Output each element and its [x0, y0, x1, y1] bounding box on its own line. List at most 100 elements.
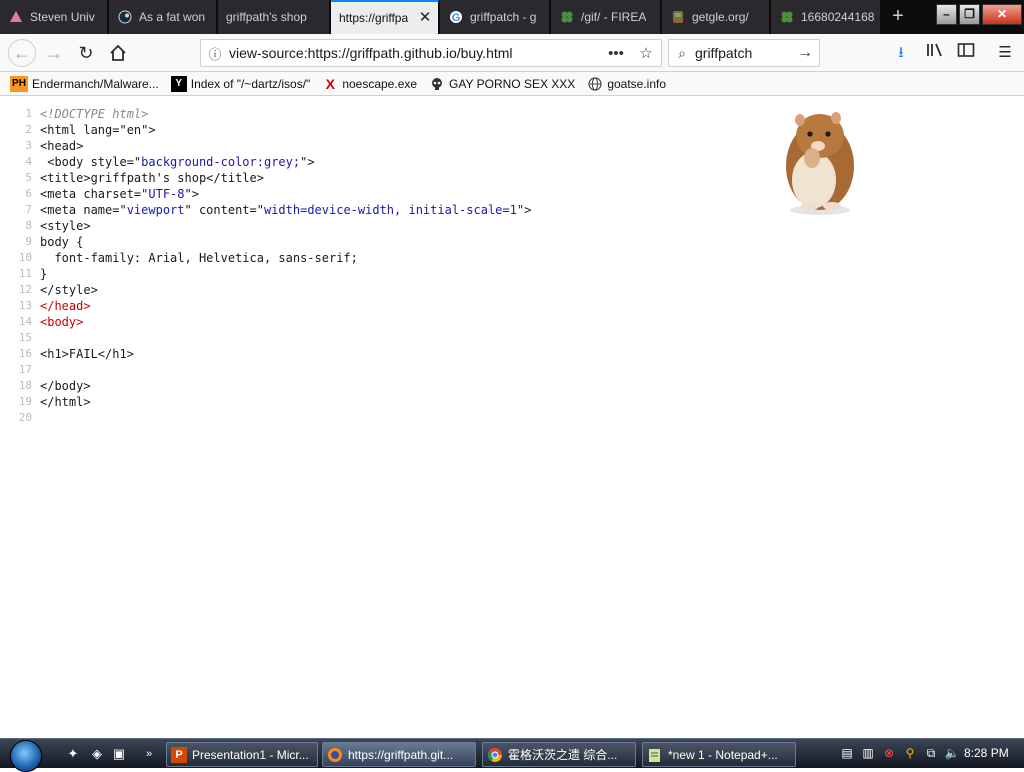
y-logo-icon: Y: [170, 75, 187, 92]
tab-strip: Steven Univ As a fat won griffpath's sho…: [0, 0, 1024, 34]
line-number: 4: [25, 155, 32, 168]
x-logo-icon: X: [325, 75, 335, 92]
tray-search-icon[interactable]: ⚲: [901, 744, 919, 762]
tray-antivirus-icon[interactable]: ⊗: [880, 744, 898, 762]
source-line: 7 <meta name="viewport" content="width=de…: [0, 202, 531, 218]
tab-label: getgle.org/: [692, 10, 749, 24]
source-line: 20: [0, 410, 531, 426]
source-line: 6 <meta charset="UTF-8">: [0, 186, 531, 202]
close-tab-icon[interactable]: ✕: [418, 10, 432, 25]
tab-gif-board[interactable]: /gif/ - FIREA: [551, 0, 661, 34]
source-text: <style>: [40, 219, 91, 233]
chrome-icon: [487, 747, 503, 763]
line-number: 18: [18, 379, 32, 392]
source-line: 1 <!DOCTYPE html>: [0, 106, 531, 122]
line-number: 20: [18, 411, 32, 424]
clover-icon: [559, 9, 575, 25]
taskbar-button-firefox[interactable]: https://griffpath.git...: [322, 742, 476, 767]
back-arrow-icon[interactable]: ←: [8, 39, 36, 67]
line-number: 13: [18, 299, 32, 312]
tab-view-source[interactable]: https://griffpa ✕: [331, 0, 439, 34]
bookmark-star-icon[interactable]: ☆: [631, 44, 661, 62]
menu-hamburger-icon[interactable]: ☰: [994, 42, 1016, 64]
tray-app-icon[interactable]: ▥: [859, 744, 877, 762]
source-line: 11}: [0, 266, 531, 282]
taskbar-button-label: 霍格沃茨之遗 综合...: [508, 748, 618, 762]
tray-network-icon[interactable]: ⧉: [922, 744, 940, 762]
tab-griffpath-shop[interactable]: griffpath's shop: [218, 0, 330, 34]
tab-getgle[interactable]: getgle.org/: [662, 0, 770, 34]
attribute-value: width=device-width, initial-scale=1: [263, 203, 517, 217]
source-code-view: 1 <!DOCTYPE html> 2 <html lang="en"> 3 <hea…: [0, 106, 532, 426]
getgle-icon: [670, 9, 686, 25]
search-input[interactable]: [695, 45, 791, 61]
source-line: 5 <title>griffpath's shop</title>: [0, 170, 531, 186]
source-text: <title>griffpath's shop</title>: [40, 171, 264, 185]
tab-steam[interactable]: As a fat won: [109, 0, 217, 34]
tab-label: griffpatch - g: [470, 10, 537, 24]
address-bar-url[interactable]: view-source:https://griffpath.github.io/…: [229, 45, 601, 61]
bookmark-label: Endermanch/Malware...: [32, 76, 159, 91]
bookmark-label: GAY PORNO SEX XXX: [449, 76, 576, 91]
tab-google-griffpatch[interactable]: G griffpatch - g: [440, 0, 550, 34]
source-line: 14 <body>: [0, 314, 531, 330]
download-icon[interactable]: ⭳: [890, 42, 912, 64]
attribute-value: UTF-8: [148, 187, 185, 201]
line-number: 3: [25, 139, 32, 152]
attribute-value: background-color:grey;: [141, 155, 301, 169]
tab-number-thread[interactable]: 16680244168: [771, 0, 881, 34]
address-bar[interactable]: ⓘ view-source:https://griffpath.github.i…: [200, 39, 662, 67]
bookmark-noescape[interactable]: X noescape.exe: [322, 76, 417, 92]
navigation-toolbar: ← → ↻ ⓘ view-source:https://griffpath.gi…: [0, 34, 1024, 72]
steam-icon: [117, 9, 133, 25]
source-error-text: </head>: [40, 299, 91, 313]
library-icon[interactable]: [924, 42, 946, 64]
source-line: 18 </body>: [0, 378, 531, 394]
google-icon: G: [448, 9, 464, 25]
bookmark-label: goatse.info: [607, 76, 667, 91]
source-line: 19 </html>: [0, 394, 531, 410]
tray-volume-icon[interactable]: 🔈: [943, 744, 961, 762]
bookmark-xxx[interactable]: GAY PORNO SEX XXX: [429, 76, 575, 92]
window-close-icon[interactable]: ✕: [982, 4, 1022, 25]
home-icon[interactable]: [106, 41, 130, 65]
taskbar-button-label: Presentation1 - Micr...: [192, 747, 309, 762]
show-desktop-icon[interactable]: ▣: [110, 745, 128, 763]
quicklaunch-icon[interactable]: ✦: [64, 745, 82, 763]
minimize-icon[interactable]: –: [936, 4, 957, 25]
globe-icon: [587, 76, 603, 92]
tab-label: Steven Univ: [30, 10, 95, 24]
overflow-chevron-icon[interactable]: »: [140, 745, 158, 763]
page-actions-icon[interactable]: •••: [601, 45, 631, 62]
reload-icon[interactable]: ↻: [74, 41, 98, 65]
info-icon[interactable]: ⓘ: [201, 44, 229, 63]
line-number: 2: [25, 123, 32, 136]
bookmark-goatse[interactable]: goatse.info: [587, 76, 666, 92]
source-text: <!DOCTYPE html>: [40, 107, 149, 121]
sidebar-icon[interactable]: [955, 42, 977, 64]
forward-arrow-icon[interactable]: →: [42, 41, 66, 65]
line-number: 17: [18, 363, 32, 376]
search-go-arrow-icon[interactable]: →: [791, 44, 819, 62]
source-text: <head>: [40, 139, 84, 153]
tab-label: As a fat won: [139, 10, 206, 24]
taskbar-clock[interactable]: 8:28 PM: [964, 746, 1009, 760]
taskbar-button-chrome[interactable]: 霍格沃茨之遗 综合...: [482, 742, 636, 767]
search-box[interactable]: ⌕ →: [668, 39, 820, 67]
restore-icon[interactable]: ❐: [959, 4, 980, 25]
windows-taskbar: ✦ ◈ ▣ » P Presentation1 - Micr... https:…: [0, 738, 1024, 772]
tray-app-icon[interactable]: ▤: [838, 744, 856, 762]
quicklaunch-icon[interactable]: ◈: [88, 745, 106, 763]
start-button-windows-icon[interactable]: [10, 740, 42, 772]
new-tab-plus-icon[interactable]: +: [886, 4, 910, 28]
tab-label: /gif/ - FIREA: [581, 10, 647, 24]
taskbar-button-notepadpp[interactable]: *new 1 - Notepad+...: [642, 742, 796, 767]
source-text: font-family: Arial, Helvetica, sans-seri…: [40, 251, 358, 265]
source-line: 16 <h1>FAIL</h1>: [0, 346, 531, 362]
bookmark-endermanch[interactable]: PH Endermanch/Malware...: [10, 75, 159, 92]
source-line: 13 </head>: [0, 298, 531, 314]
tab-steven-universe[interactable]: Steven Univ: [0, 0, 108, 34]
bookmark-dartz-isos[interactable]: Y Index of "/~dartz/isos/": [170, 75, 310, 92]
taskbar-button-powerpoint[interactable]: P Presentation1 - Micr...: [166, 742, 318, 767]
line-number: 15: [18, 331, 32, 344]
